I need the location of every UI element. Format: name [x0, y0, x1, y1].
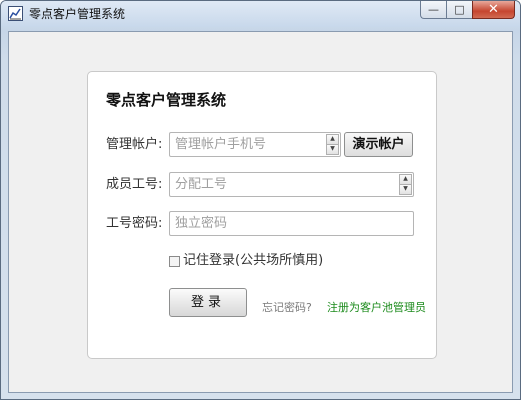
password-label: 工号密码: — [106, 216, 163, 231]
minimize-icon: — — [428, 3, 439, 16]
register-admin-link[interactable]: 注册为客户池管理员 — [327, 301, 426, 315]
window-title: 零点客户管理系统 — [29, 7, 126, 21]
minimize-button[interactable]: — — [420, 1, 446, 19]
admin-account-input[interactable] — [170, 133, 326, 156]
app-window: 零点客户管理系统 — □ ✕ 零点客户管理系统 管理帐户: ▲ ▼ — [0, 0, 521, 400]
login-button[interactable]: 登录 — [169, 288, 247, 317]
remember-label[interactable]: 记住登录(公共场所慎用) — [183, 252, 323, 270]
member-id-field: ▲ ▼ — [169, 172, 414, 197]
client-area: 零点客户管理系统 管理帐户: ▲ ▼ 演示帐户 成员工号: ▲ ▼ 工号密码: — [8, 31, 513, 393]
maximize-button[interactable]: □ — [446, 1, 472, 19]
spin-up-icon[interactable]: ▲ — [399, 174, 412, 185]
close-icon: ✕ — [488, 2, 499, 17]
password-input[interactable] — [170, 212, 413, 235]
remember-login[interactable]: 记住登录(公共场所慎用) — [169, 252, 323, 270]
chart-line-icon — [8, 6, 23, 21]
spin-down-icon[interactable]: ▼ — [399, 185, 412, 195]
close-button[interactable]: ✕ — [472, 1, 515, 19]
remember-checkbox[interactable] — [169, 255, 180, 267]
member-id-label: 成员工号: — [106, 177, 163, 192]
member-id-input[interactable] — [170, 173, 399, 196]
form-heading: 零点客户管理系统 — [106, 91, 227, 109]
member-id-spinner[interactable]: ▲ ▼ — [399, 174, 412, 195]
login-panel: 零点客户管理系统 管理帐户: ▲ ▼ 演示帐户 成员工号: ▲ ▼ 工号密码: — [87, 71, 437, 359]
forgot-password-link[interactable]: 忘记密码? — [262, 301, 312, 315]
admin-account-label: 管理帐户: — [106, 137, 163, 152]
spin-up-icon[interactable]: ▲ — [326, 134, 339, 145]
password-field — [169, 211, 414, 236]
admin-account-field: ▲ ▼ — [169, 132, 341, 157]
maximize-icon: □ — [454, 3, 465, 16]
admin-account-spinner[interactable]: ▲ ▼ — [326, 134, 339, 155]
title-bar[interactable]: 零点客户管理系统 — □ ✕ — [1, 1, 520, 27]
demo-account-button[interactable]: 演示帐户 — [344, 132, 413, 157]
spin-down-icon[interactable]: ▼ — [326, 145, 339, 155]
window-controls: — □ ✕ — [420, 1, 515, 20]
